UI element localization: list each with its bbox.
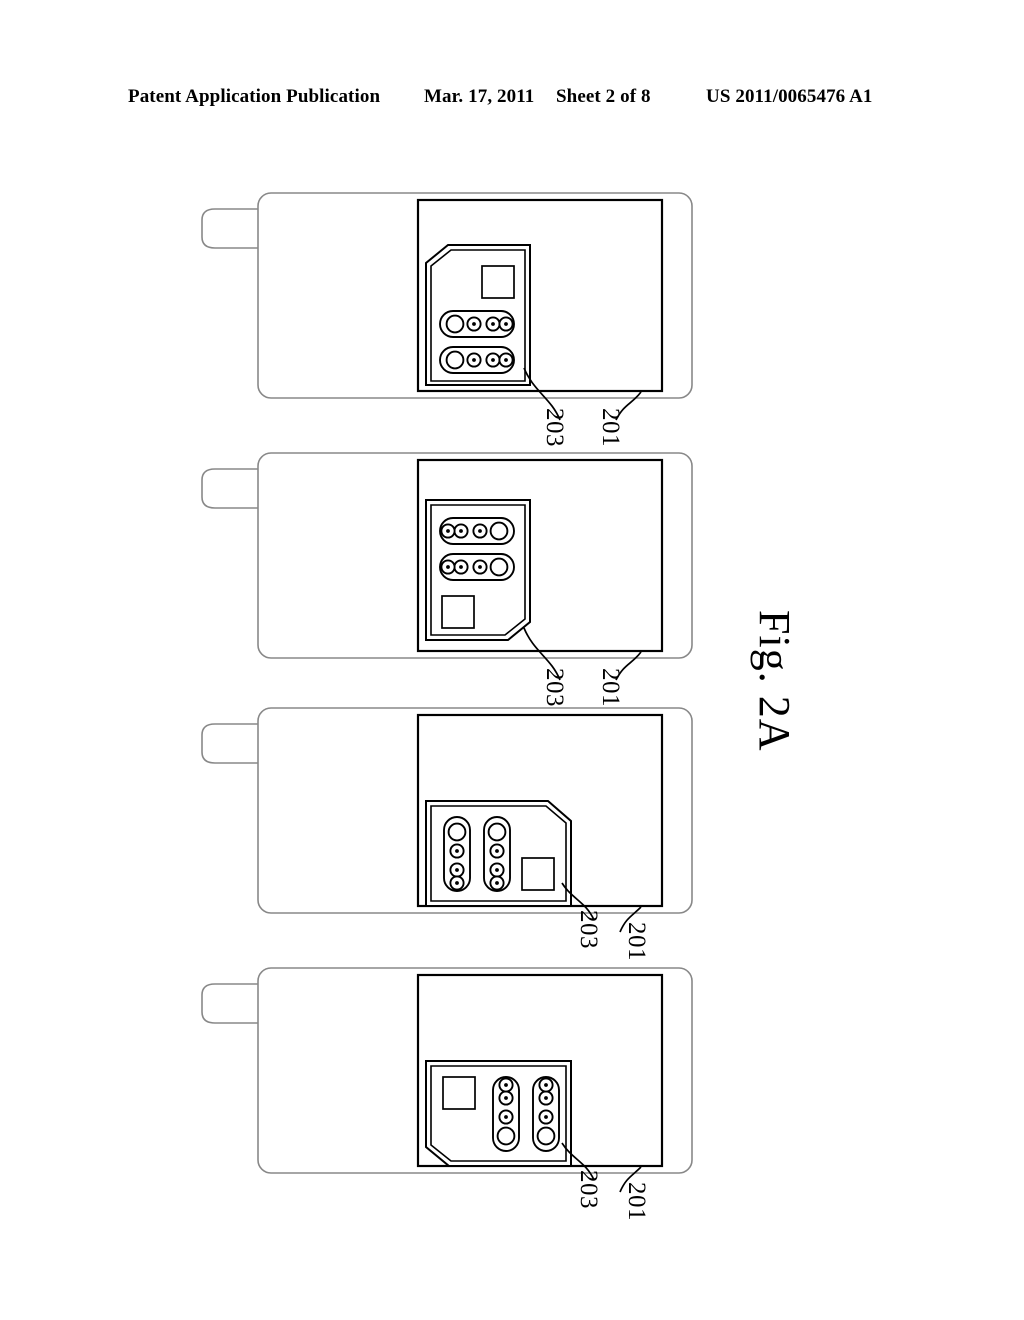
ref-numeral-203-panel-1: 203 xyxy=(541,408,568,447)
sim-square-pad xyxy=(442,1076,476,1110)
sim-contact-group xyxy=(483,816,511,892)
figure-svg xyxy=(201,192,693,1193)
ref-numeral-201-panel-4: 201 xyxy=(623,1182,650,1221)
antenna-stub xyxy=(201,983,258,1024)
figure-caption: Fig. 2A xyxy=(750,610,799,752)
sim-card[interactable] xyxy=(425,499,531,641)
ref-numeral-201-panel-2: 201 xyxy=(597,668,624,707)
figure-panel-3 xyxy=(201,707,693,933)
figure-panel-1 xyxy=(201,192,693,421)
antenna-stub xyxy=(201,723,258,764)
sim-card[interactable] xyxy=(425,244,531,386)
sim-contact-group xyxy=(439,310,515,338)
ref-numeral-203-panel-4: 203 xyxy=(575,1170,602,1209)
sim-contact-group xyxy=(443,816,471,892)
sim-contact-group xyxy=(439,553,515,581)
sim-contact-group xyxy=(439,517,515,545)
sim-card[interactable] xyxy=(425,1060,572,1167)
sim-contact-group xyxy=(492,1076,520,1152)
ref-numeral-201-panel-3: 201 xyxy=(623,922,650,961)
sim-contact-group xyxy=(439,346,515,374)
antenna-stub xyxy=(201,468,258,509)
figure-panel-2 xyxy=(201,452,693,681)
sim-card[interactable] xyxy=(425,800,572,907)
figure-panel-4 xyxy=(201,967,693,1193)
sim-square-pad xyxy=(441,595,475,629)
sim-square-pad xyxy=(481,265,515,299)
sim-square-pad xyxy=(521,857,555,891)
ref-numeral-203-panel-2: 203 xyxy=(541,668,568,707)
sim-contact-group xyxy=(532,1076,560,1152)
ref-numeral-203-panel-3: 203 xyxy=(575,910,602,949)
figure-drawing-area: 203 201 203 201 203 201 203 201 Fig. 2A xyxy=(0,0,1024,1320)
ref-numeral-201-panel-1: 201 xyxy=(597,408,624,447)
antenna-stub xyxy=(201,208,258,249)
